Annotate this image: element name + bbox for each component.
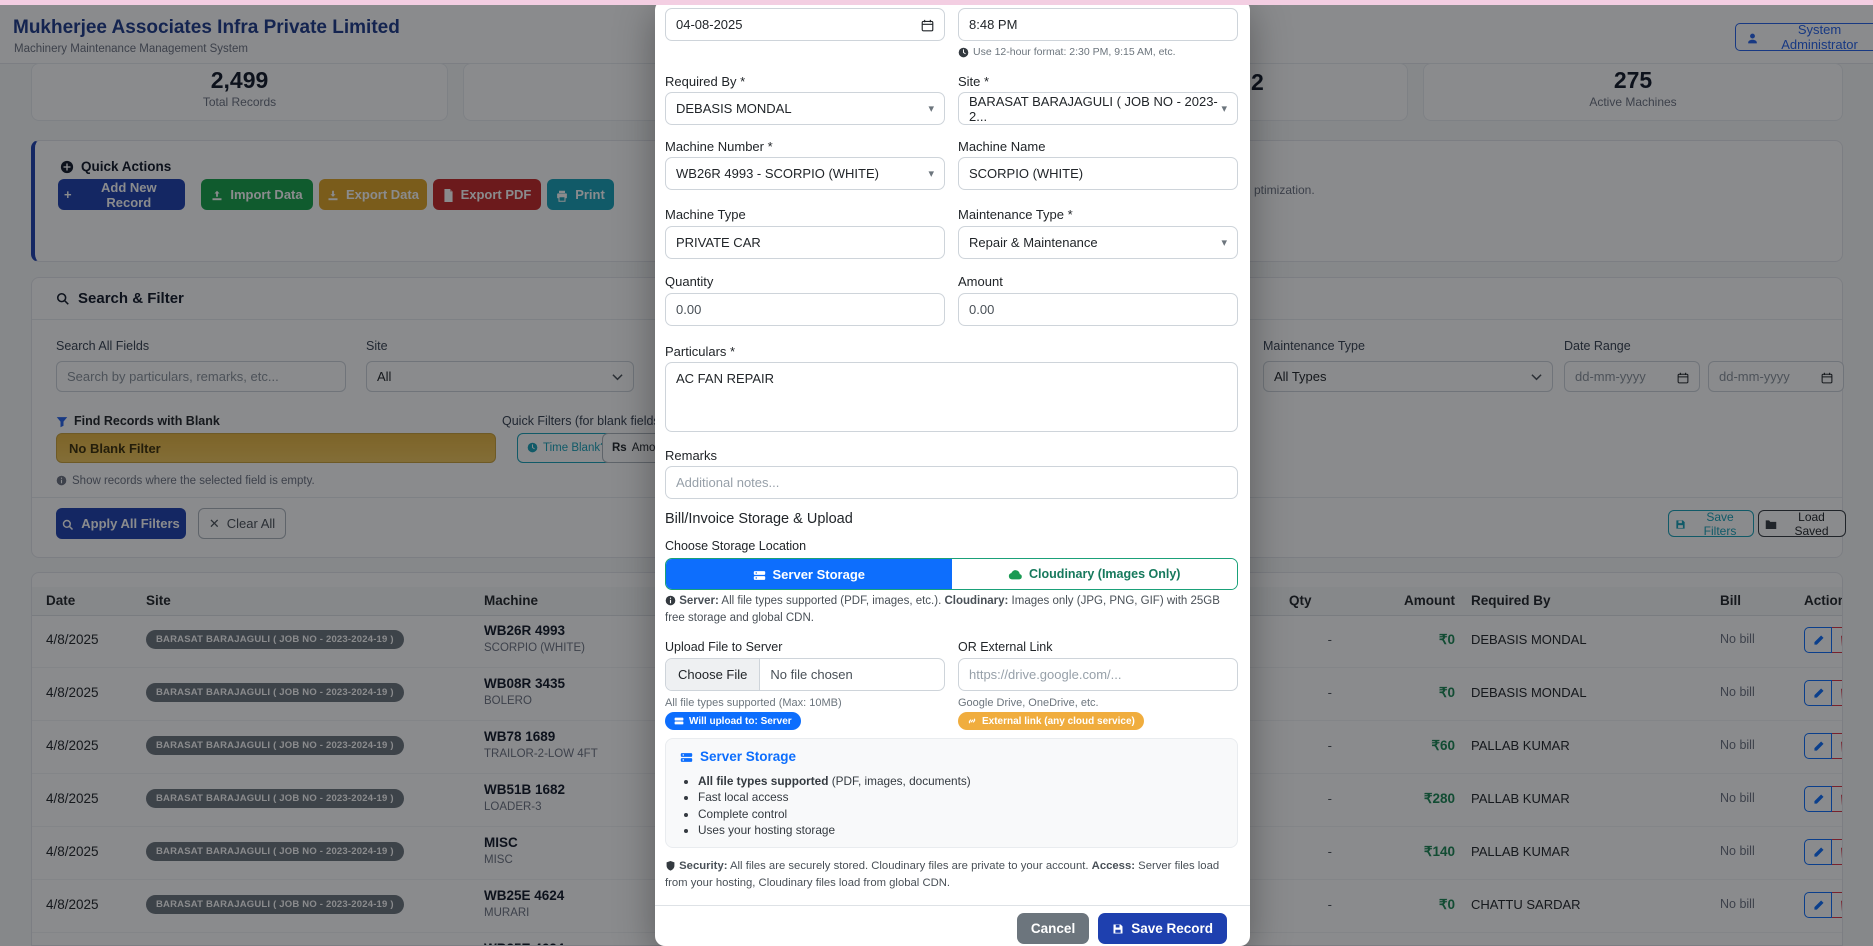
cloudinary-tab[interactable]: Cloudinary (Images Only) xyxy=(952,559,1238,589)
external-link-label: OR External Link xyxy=(958,640,1052,654)
top-accent-strip xyxy=(0,0,1873,5)
cancel-button[interactable]: Cancel xyxy=(1017,913,1089,944)
record-form-modal: 04-08-2025 8:48 PM Use 12-hour format: 2… xyxy=(655,0,1250,946)
upload-file-label: Upload File to Server xyxy=(665,640,782,654)
modal-footer-divider xyxy=(655,905,1250,906)
chevron-down-icon: ▾ xyxy=(928,167,934,180)
save-icon xyxy=(1112,921,1124,936)
choose-storage-label: Choose Storage Location xyxy=(665,539,806,553)
quantity-label: Quantity xyxy=(665,274,713,289)
server-storage-info-box: Server Storage All file types supported … xyxy=(665,738,1238,848)
site-label: Site * xyxy=(958,74,989,89)
bullet-item: Fast local access xyxy=(698,790,971,804)
required-by-label: Required By * xyxy=(665,74,745,89)
date-input[interactable]: 04-08-2025 xyxy=(665,8,945,41)
server-storage-box-title: Server Storage xyxy=(680,749,796,764)
machine-number-select[interactable]: WB26R 4993 - SCORPIO (WHITE) ▾ xyxy=(665,157,945,190)
upload-target-badge: Will upload to: Server xyxy=(665,712,801,730)
remarks-input[interactable]: Additional notes... xyxy=(665,466,1238,499)
external-link-input[interactable]: https://drive.google.com/... xyxy=(958,658,1238,691)
screen: Mukherjee Associates Infra Private Limit… xyxy=(0,0,1873,946)
bullet-item: All file types supported (PDF, images, d… xyxy=(698,774,971,788)
machine-name-input[interactable]: SCORPIO (WHITE) xyxy=(958,157,1238,190)
machine-name-label: Machine Name xyxy=(958,139,1045,154)
save-record-button[interactable]: Save Record xyxy=(1098,913,1227,944)
file-chosen-text: No file chosen xyxy=(760,667,862,682)
amount-input[interactable]: 0.00 xyxy=(958,293,1238,326)
external-link-help: Google Drive, OneDrive, etc. xyxy=(958,697,1099,709)
storage-section-title: Bill/Invoice Storage & Upload xyxy=(665,511,853,527)
bullet-item: Complete control xyxy=(698,807,971,821)
time-input[interactable]: 8:48 PM xyxy=(958,8,1238,41)
amount-label: Amount xyxy=(958,274,1003,289)
machine-type-label: Machine Type xyxy=(665,207,746,222)
maintenance-type-label: Maintenance Type * xyxy=(958,207,1073,222)
machine-type-input[interactable]: PRIVATE CAR xyxy=(665,226,945,259)
server-icon xyxy=(674,716,684,727)
shield-icon xyxy=(665,860,676,872)
bullet-item: Uses your hosting storage xyxy=(698,823,971,837)
chevron-down-icon: ▾ xyxy=(928,102,934,115)
clock-icon xyxy=(958,46,969,58)
chevron-down-icon: ▾ xyxy=(1221,102,1227,115)
maintenance-type-select[interactable]: Repair & Maintenance ▾ xyxy=(958,226,1238,259)
machine-number-label: Machine Number * xyxy=(665,139,773,154)
info-icon xyxy=(665,595,676,607)
server-icon xyxy=(753,566,766,581)
storage-info-text: Server: All file types supported (PDF, i… xyxy=(665,593,1238,628)
required-by-select[interactable]: DEBASIS MONDAL ▾ xyxy=(665,92,945,125)
file-types-help: All file types supported (Max: 10MB) xyxy=(665,697,842,709)
choose-file-button[interactable]: Choose File xyxy=(666,659,760,690)
file-upload-input[interactable]: Choose File No file chosen xyxy=(665,658,945,691)
server-storage-bullets: All file types supported (PDF, images, d… xyxy=(682,771,971,840)
server-icon xyxy=(680,749,693,764)
storage-location-toggle: Server Storage Cloudinary (Images Only) xyxy=(665,558,1238,590)
external-link-badge: External link (any cloud service) xyxy=(958,712,1144,730)
calendar-icon xyxy=(921,17,934,32)
site-select[interactable]: BARASAT BARAJAGULI ( JOB NO - 2023-2... … xyxy=(958,92,1238,125)
quantity-input[interactable]: 0.00 xyxy=(665,293,945,326)
modal-footer-buttons: Cancel Save Record xyxy=(1017,913,1227,944)
time-format-help: Use 12-hour format: 2:30 PM, 9:15 AM, et… xyxy=(958,46,1176,58)
chevron-down-icon: ▾ xyxy=(1221,236,1227,249)
cloud-icon xyxy=(1008,567,1022,581)
particulars-label: Particulars * xyxy=(665,344,735,359)
particulars-textarea[interactable]: AC FAN REPAIR xyxy=(665,362,1238,432)
link-icon xyxy=(967,716,977,727)
remarks-label: Remarks xyxy=(665,448,717,463)
security-note: Security: All files are securely stored.… xyxy=(665,858,1238,892)
server-storage-tab[interactable]: Server Storage xyxy=(666,559,952,589)
